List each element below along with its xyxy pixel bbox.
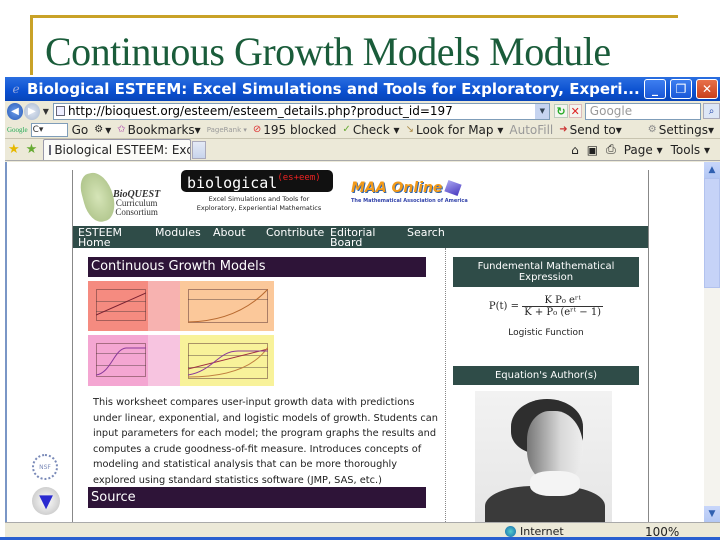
triad-logo: ▼ [32, 487, 60, 515]
esteem-logo[interactable]: biological(es+eem) [181, 170, 333, 192]
column-divider [445, 248, 446, 522]
esteem-site: BioQUEST Curriculum Consortium biologica… [72, 168, 649, 522]
favorites-star-icon[interactable]: ★ [8, 142, 20, 157]
model3-controls [148, 335, 180, 386]
nav-esteem-home[interactable]: ESTEEM Home [78, 227, 128, 248]
comparison-curves [188, 346, 268, 378]
tab-bar: ★ ★ Biological ESTEEM: Exc... ⌂ ▣ ⎙ Page… [5, 139, 720, 161]
author-heading: Equation's Author(s) [453, 366, 639, 385]
page-icon [55, 106, 65, 116]
search-input[interactable]: Google [584, 102, 702, 120]
google-logo: Google [7, 125, 28, 134]
nav-editorial-board[interactable]: Editorial Board [330, 227, 380, 248]
send-icon: ➜ [559, 124, 568, 135]
nsf-logo: NSF [32, 454, 58, 480]
nav-search[interactable]: Search [407, 227, 445, 238]
page-menu[interactable]: Page ▾ [624, 143, 663, 157]
title-bar: ℯ Biological ESTEEM: Excel Simulations a… [5, 77, 720, 101]
source-heading: Source [88, 487, 426, 508]
add-favorite-icon[interactable]: ★ [26, 142, 38, 157]
map-icon: ↘ [405, 124, 414, 135]
popup-blocked-button[interactable]: ⊘ 195 blocked [253, 123, 337, 137]
scroll-up-icon[interactable]: ▲ [704, 162, 720, 178]
page-icon [49, 145, 52, 155]
gear-icon: ⚙ [647, 124, 657, 135]
vertical-scrollbar[interactable]: ▲ ▼ [704, 162, 720, 522]
url-text: http://bioquest.org/esteem/esteem_detail… [67, 104, 453, 118]
star-icon: ✩ [117, 124, 126, 135]
check-icon: ✓ [342, 124, 351, 135]
bookmarks-button[interactable]: ✩ Bookmarks▾ [117, 123, 200, 137]
page-viewport: NSF ▼ BioQUEST Curriculum Consortium bio… [5, 162, 720, 522]
linear-fit-line [96, 292, 146, 316]
feeds-icon[interactable]: ▣ [587, 143, 598, 157]
refresh-icon[interactable]: ↻ [554, 104, 568, 118]
scroll-down-icon[interactable]: ▼ [704, 506, 720, 522]
settings-button[interactable]: ⚙ Settings▾ [648, 123, 714, 137]
autofill-button[interactable]: AutoFill [509, 123, 553, 137]
tab-biological-esteem[interactable]: Biological ESTEEM: Exc... [43, 139, 192, 160]
close-button[interactable]: ✕ [696, 79, 718, 99]
new-tab-button[interactable] [192, 140, 207, 159]
print-icon[interactable]: ⎙ [606, 142, 616, 157]
esteem-subtitle: Excel Simulations and Tools for Explorat… [196, 195, 322, 212]
model1-controls [148, 281, 180, 331]
tools-menu[interactable]: Tools ▾ [671, 143, 710, 157]
send-to-button[interactable]: ➜ Send to▾ [559, 123, 622, 137]
google-toolbar: Google C▾ Go ⚙ ▾ ✩ Bookmarks▾ PageRank ▾ ⊘… [5, 121, 720, 139]
slide-title-rule-left [30, 15, 33, 75]
exponential-curve [188, 289, 268, 323]
forward-button[interactable]: ▶ [23, 102, 40, 120]
site-nav: ESTEEM Home Modules About Contribute Edi… [73, 226, 648, 248]
url-input[interactable]: http://bioquest.org/esteem/esteem_detail… [52, 102, 551, 120]
look-for-map-button[interactable]: ↘ Look for Map ▾ [406, 123, 504, 137]
minimize-button[interactable]: _ [644, 79, 666, 99]
exponential-model-panel [180, 281, 274, 331]
formula-numerator: K P₀ eʳᵗ [522, 295, 604, 307]
back-button[interactable]: ◀ [7, 102, 23, 120]
command-bar: ⌂ ▣ ⎙ Page ▾ Tools ▾ [563, 142, 720, 157]
module-heading: Continuous Growth Models [88, 257, 426, 277]
author-portrait [475, 391, 612, 522]
worksheet-screenshot[interactable] [88, 281, 274, 386]
slide-title: Continuous Growth Models Module [45, 29, 611, 74]
nav-modules[interactable]: Modules [155, 227, 201, 238]
url-dropdown-icon[interactable]: ▼ [535, 103, 550, 119]
google-options-button[interactable]: ⚙ ▾ [94, 123, 111, 137]
logistic-formula: P(t) = K P₀ eʳᵗ K + P₀ (eʳᵗ − 1) [488, 295, 604, 318]
maa-gem-icon [444, 179, 463, 197]
formula-caption: Logistic Function [508, 328, 584, 338]
bioquest-line3: Consortium [115, 207, 158, 217]
popup-blocker-icon: ⊘ [252, 124, 262, 135]
comparison-panel [180, 335, 274, 386]
google-go-button[interactable]: Go [72, 123, 89, 137]
bioquest-logo[interactable]: BioQUEST Curriculum Consortium [77, 168, 163, 226]
browser-window: ℯ Biological ESTEEM: Excel Simulations a… [5, 77, 720, 540]
logistic-curve [96, 347, 146, 376]
formula-denominator: K + P₀ (eʳᵗ − 1) [524, 307, 602, 318]
fundamental-expression-heading: Fundemental Mathematical Expression [453, 257, 639, 287]
google-search-input[interactable]: C▾ [30, 122, 68, 137]
address-bar: ◀ ▶ ▼ http://bioquest.org/esteem/esteem_… [5, 101, 720, 121]
maa-subtitle: The Mathematical Association of America [351, 198, 468, 204]
home-icon[interactable]: ⌂ [571, 143, 579, 157]
maa-logo[interactable]: MAA Online [351, 179, 463, 197]
history-dropdown-icon[interactable]: ▼ [43, 107, 49, 116]
options-icon: ⚙ [94, 124, 104, 135]
globe-icon [505, 526, 516, 537]
spellcheck-button[interactable]: ✓ Check ▾ [342, 123, 399, 137]
pagerank-button[interactable]: PageRank ▾ [207, 126, 247, 134]
scroll-thumb[interactable] [704, 178, 720, 288]
nav-contribute[interactable]: Contribute [266, 227, 324, 238]
slide-title-rule [30, 15, 678, 18]
nav-about[interactable]: About [213, 227, 246, 238]
search-icon[interactable]: ⌕ [703, 103, 720, 119]
restore-button[interactable]: ❐ [670, 79, 692, 99]
ie-icon: ℯ [12, 82, 20, 96]
module-description: This worksheet compares user-input growt… [93, 397, 438, 486]
stop-icon[interactable]: ✕ [568, 104, 582, 118]
window-title: Biological ESTEEM: Excel Simulations and… [27, 80, 640, 98]
site-header: BioQUEST Curriculum Consortium biologica… [73, 168, 648, 226]
